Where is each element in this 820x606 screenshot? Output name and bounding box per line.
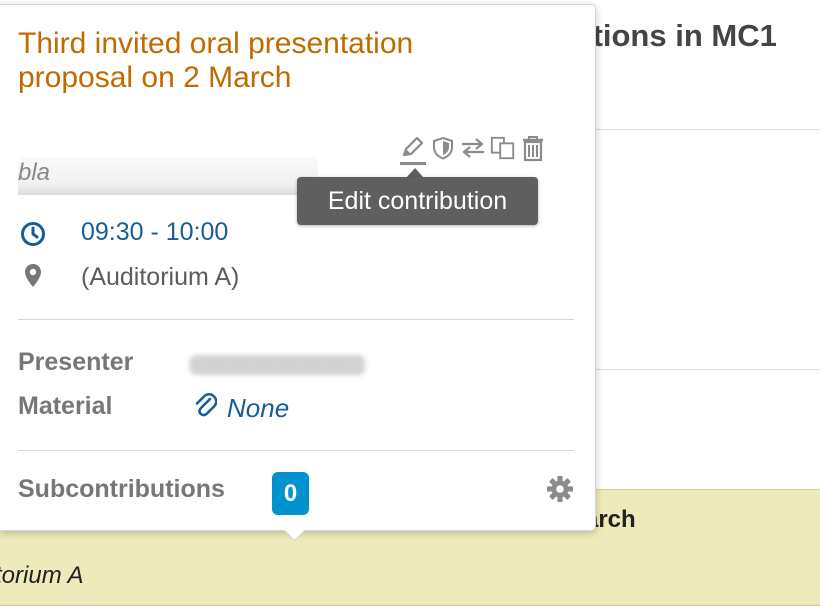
gear-icon[interactable] <box>546 475 574 508</box>
timetable-heading: tations in MC1 <box>565 18 777 53</box>
contribution-title: Third invited oral presentation proposal… <box>18 27 414 94</box>
arrows-swap-icon[interactable] <box>460 133 486 163</box>
material-link[interactable]: None <box>193 391 289 426</box>
material-label: Material <box>18 392 113 420</box>
paperclip-icon <box>193 391 218 426</box>
divider <box>580 369 820 370</box>
shield-icon[interactable] <box>430 133 456 163</box>
divider <box>18 319 574 320</box>
divider <box>18 450 574 451</box>
contribution-popup: Third invited oral presentation proposal… <box>0 4 596 531</box>
entry-room: torium A <box>0 562 84 589</box>
subcontributions-label: Subcontributions <box>18 475 225 503</box>
room-name: (Auditorium A) <box>81 263 240 291</box>
clock-icon <box>20 221 46 252</box>
contribution-toolbar <box>400 132 546 165</box>
presenter-name-redacted <box>190 355 365 375</box>
presenter-label: Presenter <box>18 348 134 376</box>
description-text: bla <box>18 159 51 186</box>
subcontributions-count-badge: 0 <box>272 472 309 515</box>
copy-icon[interactable] <box>490 133 516 163</box>
trash-icon[interactable] <box>520 133 546 163</box>
edit-contribution-tooltip: Edit contribution <box>297 177 538 225</box>
material-value: None <box>227 393 290 423</box>
description-bar: bla <box>18 157 318 195</box>
divider <box>580 129 820 130</box>
location-pin-icon <box>23 263 43 294</box>
pencil-icon[interactable] <box>400 132 426 165</box>
time-range: 09:30 - 10:00 <box>81 218 229 246</box>
